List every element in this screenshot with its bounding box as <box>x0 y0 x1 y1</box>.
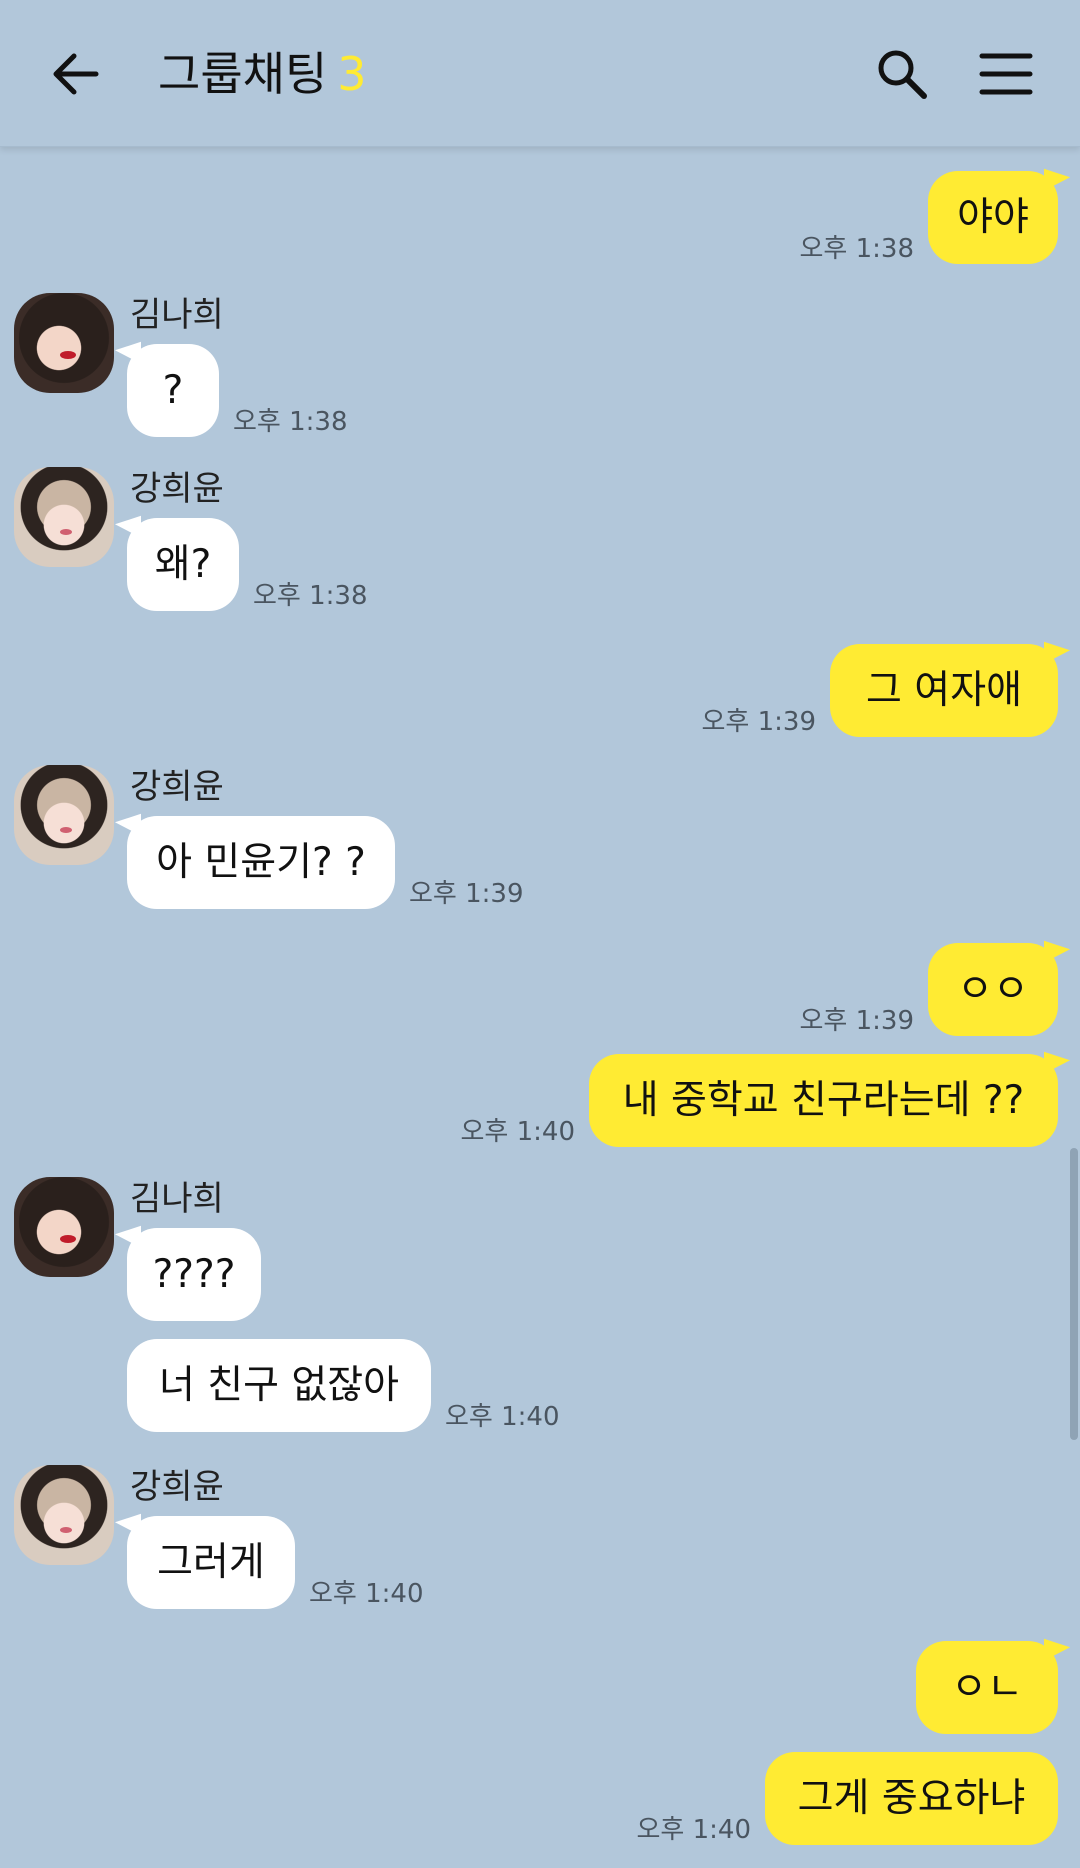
my-message-bubble[interactable]: ㅇㄴ <box>916 1641 1058 1734</box>
received-message-bubble[interactable]: ???? <box>127 1228 261 1321</box>
search-button[interactable] <box>872 44 932 104</box>
message-time: 오후 1:40 <box>309 1579 424 1609</box>
hamburger-menu-icon <box>979 53 1033 95</box>
my-message-bubble[interactable]: 내 중학교 친구라는데 ?? <box>589 1054 1058 1147</box>
message-text: 너 친구 없잖아 <box>158 1363 400 1408</box>
message-text: ㅇㅇ <box>957 967 1029 1012</box>
received-message-bubble[interactable]: 아 민윤기? ? <box>127 816 395 909</box>
search-icon <box>878 50 927 99</box>
my-message-bubble[interactable]: 그게 중요하냐 <box>765 1752 1058 1845</box>
message-time: 오후 1:39 <box>409 879 524 909</box>
message-time: 오후 1:40 <box>460 1117 576 1147</box>
my-message-bubble[interactable]: ㅇㅇ <box>928 943 1058 1036</box>
chat-header: 그룹채팅 3 <box>0 0 1080 147</box>
sender-name: 김나희 <box>130 295 224 335</box>
message-time: 오후 1:38 <box>233 407 348 437</box>
message-time: 오후 1:40 <box>445 1402 560 1432</box>
avatar-kang-heeyoon[interactable] <box>14 765 114 865</box>
avatar-kang-heeyoon[interactable] <box>14 467 114 567</box>
my-message-bubble[interactable]: 그 여자애 <box>830 644 1058 737</box>
message-text: 내 중학교 친구라는데 ?? <box>622 1078 1025 1123</box>
avatar-kim-nahee[interactable] <box>14 293 114 393</box>
message-text: ? <box>162 368 184 413</box>
received-message-bubble[interactable]: 그러게 <box>127 1516 295 1609</box>
member-count: 3 <box>337 47 367 101</box>
arrow-left-icon <box>53 53 99 95</box>
received-message-bubble[interactable]: 너 친구 없잖아 <box>127 1339 431 1432</box>
sender-name: 강희윤 <box>130 767 224 807</box>
message-time: 오후 1:38 <box>253 581 368 611</box>
sender-name: 김나희 <box>130 1179 224 1219</box>
message-text: 그 여자애 <box>866 668 1022 713</box>
message-text: 그러게 <box>157 1540 265 1585</box>
message-text: 아 민윤기? ? <box>156 840 366 885</box>
message-text: 야야 <box>957 195 1029 240</box>
scrollbar[interactable] <box>1070 1148 1078 1440</box>
menu-button[interactable] <box>976 44 1036 104</box>
message-text: 그게 중요하냐 <box>797 1776 1026 1821</box>
message-list[interactable]: 야야 오후 1:38 김나희 ? 오후 1:38 강희윤 왜? 오후 1:38 … <box>0 147 1080 1868</box>
received-message-bubble[interactable]: 왜? <box>127 518 239 611</box>
my-message-bubble[interactable]: 야야 <box>928 171 1058 264</box>
sender-name: 강희윤 <box>130 469 224 509</box>
avatar-kang-heeyoon[interactable] <box>14 1465 114 1565</box>
message-time: 오후 1:38 <box>799 234 915 264</box>
chat-room-name: 그룹채팅 <box>158 47 328 101</box>
message-text: ???? <box>152 1252 236 1297</box>
sender-name: 강희윤 <box>130 1467 224 1507</box>
back-button[interactable] <box>44 42 108 106</box>
message-text: ㅇㄴ <box>951 1665 1023 1710</box>
received-message-bubble[interactable]: ? <box>127 344 219 437</box>
avatar-kim-nahee[interactable] <box>14 1177 114 1277</box>
message-time: 오후 1:39 <box>701 707 817 737</box>
chat-title: 그룹채팅 3 <box>158 44 367 104</box>
message-time: 오후 1:39 <box>799 1006 915 1036</box>
message-time: 오후 1:40 <box>636 1815 752 1845</box>
message-text: 왜? <box>154 542 212 587</box>
